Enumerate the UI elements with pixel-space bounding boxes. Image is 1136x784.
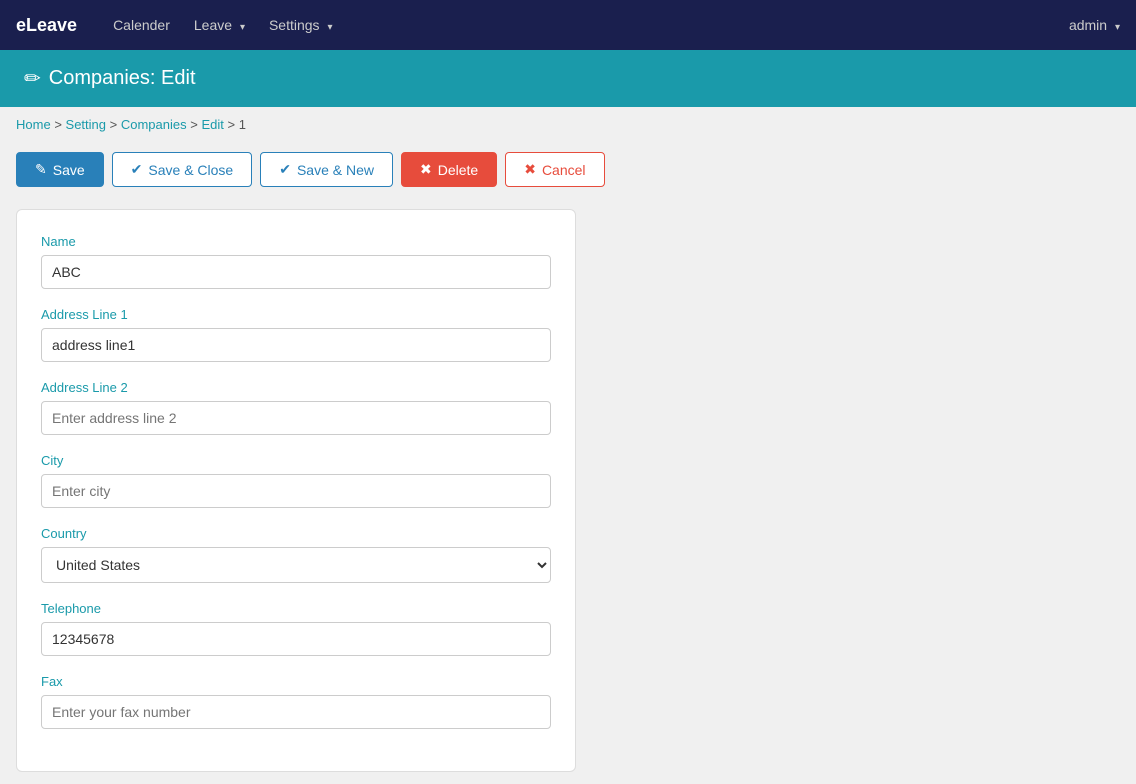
breadcrumb-companies[interactable]: Companies [121, 117, 187, 132]
fax-label: Fax [41, 674, 551, 689]
save-new-button[interactable]: ✔ Save & New [260, 152, 393, 187]
nav-leave[interactable]: Leave ▾ [182, 17, 257, 33]
check-icon: ✔ [279, 161, 291, 178]
delete-icon: ✖ [420, 161, 432, 178]
user-menu[interactable]: admin ▾ [1069, 17, 1120, 33]
name-label: Name [41, 234, 551, 249]
page-title: Companies: Edit [49, 67, 196, 90]
address1-input[interactable] [41, 328, 551, 362]
country-select[interactable]: United StatesUnited KingdomCanadaAustral… [41, 547, 551, 583]
company-form: Name Address Line 1 Address Line 2 City … [16, 209, 576, 772]
edit-icon: ✏ [24, 66, 41, 91]
address1-label: Address Line 1 [41, 307, 551, 322]
telephone-label: Telephone [41, 601, 551, 616]
nav-settings[interactable]: Settings ▾ [257, 17, 345, 33]
city-label: City [41, 453, 551, 468]
country-group: Country United StatesUnited KingdomCanad… [41, 526, 551, 583]
toolbar: ✎ Save ✔ Save & Close ✔ Save & New ✖ Del… [0, 142, 1136, 197]
cancel-icon: ✖ [524, 161, 536, 178]
country-label: Country [41, 526, 551, 541]
city-group: City [41, 453, 551, 508]
fax-input[interactable] [41, 695, 551, 729]
telephone-input[interactable] [41, 622, 551, 656]
cancel-button[interactable]: ✖ Cancel [505, 152, 604, 187]
check-icon: ✔ [131, 161, 143, 178]
address1-group: Address Line 1 [41, 307, 551, 362]
telephone-group: Telephone [41, 601, 551, 656]
breadcrumb-home[interactable]: Home [16, 117, 51, 132]
chevron-down-icon: ▾ [1115, 22, 1120, 33]
chevron-down-icon: ▾ [240, 22, 245, 33]
delete-button[interactable]: ✖ Delete [401, 152, 497, 187]
breadcrumb-setting[interactable]: Setting [66, 117, 106, 132]
breadcrumb-edit[interactable]: Edit [201, 117, 223, 132]
chevron-down-icon: ▾ [327, 22, 332, 33]
page-header: ✏ Companies: Edit [0, 50, 1136, 107]
name-input[interactable] [41, 255, 551, 289]
navbar: eLeave Calender Leave ▾ Settings ▾ admin… [0, 0, 1136, 50]
save-icon: ✎ [35, 161, 47, 178]
address2-input[interactable] [41, 401, 551, 435]
name-group: Name [41, 234, 551, 289]
nav-calender[interactable]: Calender [101, 17, 182, 33]
breadcrumb: Home > Setting > Companies > Edit > 1 [0, 107, 1136, 142]
city-input[interactable] [41, 474, 551, 508]
address2-label: Address Line 2 [41, 380, 551, 395]
save-close-button[interactable]: ✔ Save & Close [112, 152, 253, 187]
fax-group: Fax [41, 674, 551, 729]
brand-logo[interactable]: eLeave [16, 15, 77, 36]
breadcrumb-id: 1 [239, 117, 246, 132]
save-button[interactable]: ✎ Save [16, 152, 104, 187]
address2-group: Address Line 2 [41, 380, 551, 435]
